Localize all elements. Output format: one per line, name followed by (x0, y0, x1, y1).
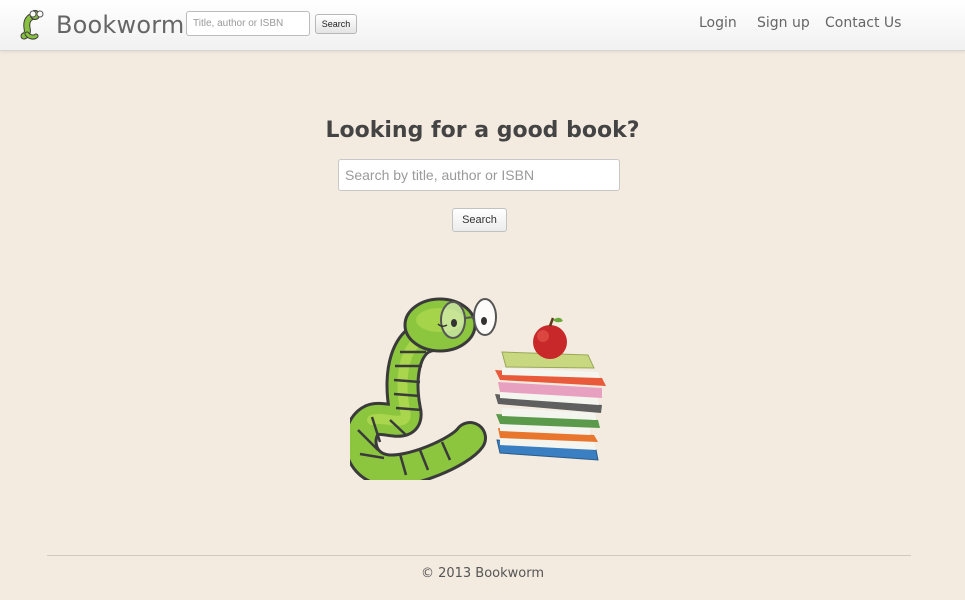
footer-copyright: © 2013 Bookworm (420, 566, 545, 581)
main-search-button[interactable]: Search (452, 208, 507, 232)
signup-link[interactable]: Sign up (757, 15, 810, 31)
login-link[interactable]: Login (699, 15, 737, 31)
navbar-search-input[interactable] (186, 11, 310, 36)
bookworm-logo-icon (20, 9, 44, 40)
page-headline: Looking for a good book? (325, 118, 640, 143)
brand-name[interactable]: Bookworm (56, 11, 184, 39)
bookworm-illustration-icon (350, 297, 606, 480)
navbar-search-button[interactable]: Search (315, 14, 357, 34)
contact-us-link[interactable]: Contact Us (825, 15, 901, 31)
top-navbar: Bookworm Search Login Sign up Contact Us (0, 0, 965, 51)
main-search-input[interactable] (338, 159, 620, 191)
worm-icon (350, 297, 497, 480)
apple-icon (533, 317, 567, 359)
footer-divider (47, 555, 911, 556)
brand[interactable]: Bookworm (18, 9, 184, 41)
book-stack-icon (495, 351, 606, 461)
